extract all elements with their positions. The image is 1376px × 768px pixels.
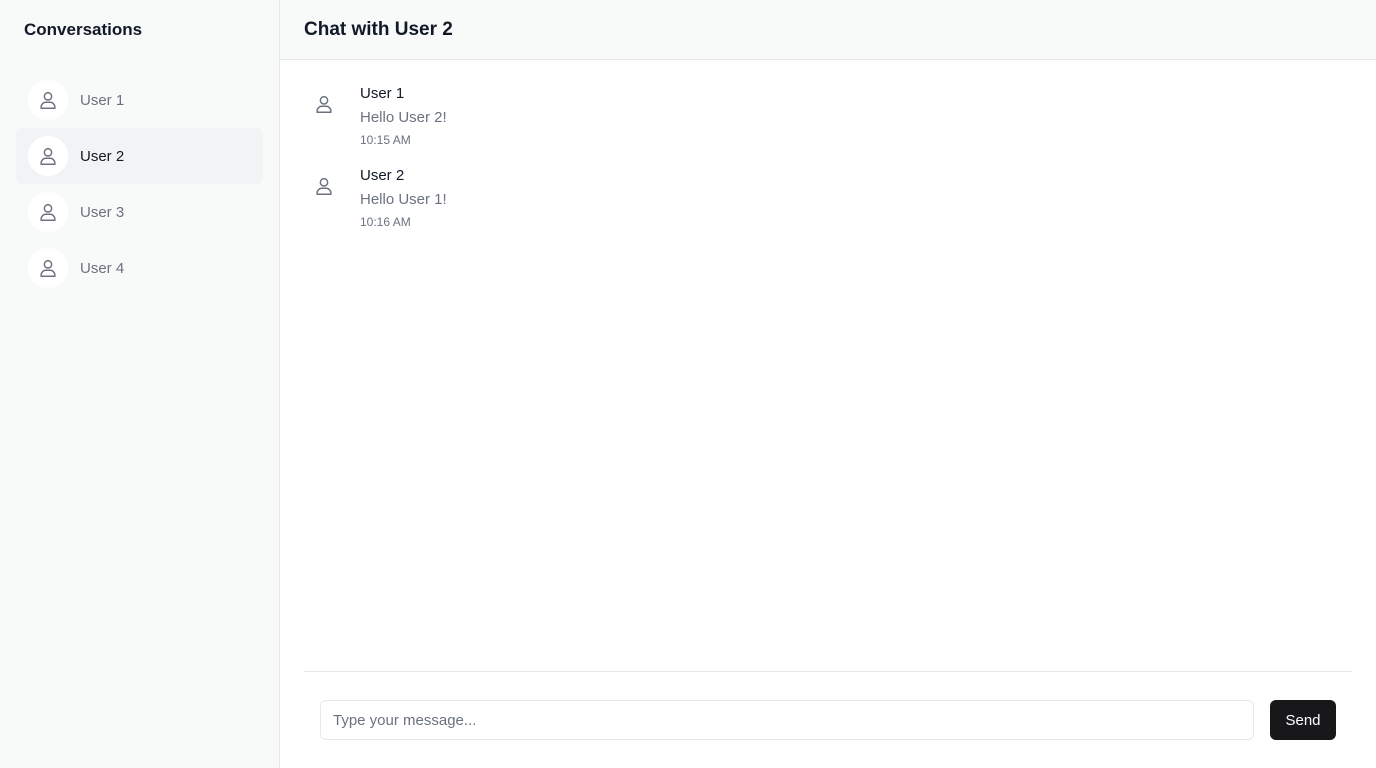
message-sender: User 2 [360, 167, 405, 184]
conversation-label: User 4 [80, 259, 125, 277]
conversation-label: User 1 [80, 91, 125, 109]
user-icon [40, 91, 56, 109]
avatar [28, 192, 68, 232]
user-icon [40, 203, 56, 221]
message-text: Hello User 2! [360, 109, 447, 126]
conversations-sidebar: Conversations User 1 User 2 User 3 User … [0, 0, 280, 768]
message-list: User 1 Hello User 2! 10:15 AM User 2 Hel… [280, 60, 1376, 768]
conversation-item-user-4[interactable]: User 4 [16, 240, 263, 296]
message-timestamp: 10:15 AM [360, 133, 411, 147]
message-sender: User 1 [360, 85, 405, 102]
avatar [28, 248, 68, 288]
message-text: Hello User 1! [360, 191, 447, 208]
conversation-label: User 2 [80, 147, 125, 165]
message-timestamp: 10:16 AM [360, 215, 411, 229]
conversation-item-user-2[interactable]: User 2 [16, 128, 263, 184]
message-input[interactable] [320, 700, 1254, 740]
conversation-list: User 1 User 2 User 3 User 4 [0, 60, 279, 296]
sidebar-title: Conversations [24, 20, 143, 39]
conversation-item-user-3[interactable]: User 3 [16, 184, 263, 240]
message-composer: Send [304, 671, 1352, 768]
message-body: User 2 Hello User 1! 10:16 AM [360, 166, 447, 230]
user-icon [40, 147, 56, 165]
chat-app: Conversations User 1 User 2 User 3 User … [0, 0, 1376, 768]
conversation-label: User 3 [80, 203, 125, 221]
user-icon [316, 95, 332, 113]
conversation-item-user-1[interactable]: User 1 [16, 72, 263, 128]
message-item: User 1 Hello User 2! 10:15 AM [304, 84, 1352, 148]
avatar [28, 80, 68, 120]
avatar [28, 136, 68, 176]
message-item: User 2 Hello User 1! 10:16 AM [304, 166, 1352, 230]
user-icon [316, 177, 332, 195]
avatar [304, 166, 344, 206]
chat-title: Chat with User 2 [280, 0, 1376, 60]
user-icon [40, 259, 56, 277]
chat-panel: Chat with User 2 User 1 Hello User 2! 10… [280, 0, 1376, 768]
avatar [304, 84, 344, 124]
send-button[interactable]: Send [1270, 700, 1336, 740]
message-body: User 1 Hello User 2! 10:15 AM [360, 84, 447, 148]
